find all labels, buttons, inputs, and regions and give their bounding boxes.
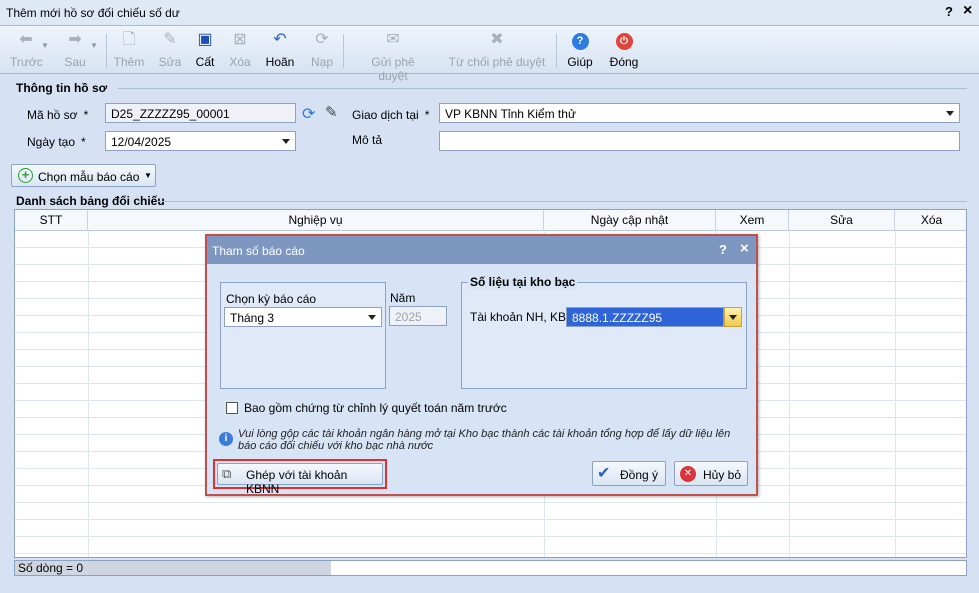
submit-approval-button[interactable]: ✉ Gửi phê duyệt [355,30,431,83]
toolbar: ⬅ Trước ▼ ➡ Sau ▼ 🗋 Thêm ✎ Sửa ▣ Cất ⊠ X… [0,26,979,83]
merge-icon: ⧉ [222,466,232,481]
delete-button[interactable]: ⊠ Xóa [227,30,253,69]
chevron-down-icon [282,139,290,144]
treasury-group-title: Số liệu tại kho bạc [468,275,578,289]
account-label: Tài khoản NH, KB [470,310,567,324]
ngay-tao-label: Ngày tạo * [27,135,86,149]
refresh-icon: ⟳ [315,31,329,48]
year-label: Năm [390,291,416,305]
window-titlebar: Thêm mới hồ sơ đối chiếu số dư ? × [0,0,979,26]
ok-button[interactable]: ✔ Đồng ý [592,461,666,486]
dialog-close-icon[interactable]: × [740,240,749,257]
dialog-title: Tham số báo cáo [212,244,305,258]
next-button[interactable]: ➡ Sau [62,30,88,69]
row-count: Số dòng = 0 [15,561,331,575]
cancel-button[interactable]: ✕ Hủy bỏ [674,461,748,486]
account-dropdown-button[interactable] [724,307,742,327]
next-dropdown-icon[interactable]: ▼ [90,41,98,50]
ma-ho-so-label: Mã hồ sơ * [27,108,89,122]
undo-button[interactable]: ↶ Hoãn [264,30,296,69]
group-divider [118,88,967,89]
choose-template-button[interactable]: + Chọn mẫu báo cáo ▼ [11,164,156,187]
cancel-circle-icon: ✕ [680,466,696,482]
window-title: Thêm mới hồ sơ đối chiếu số dư [6,6,180,20]
help-circle-icon: ? [566,30,594,50]
chevron-down-icon [368,315,376,320]
treasury-box: Số liệu tại kho bạc Tài khoản NH, KB 888… [461,275,747,389]
add-button[interactable]: 🗋 Thêm [113,30,145,69]
close-icon[interactable]: × [963,2,972,20]
period-label: Chọn kỳ báo cáo [226,292,317,306]
table-row [15,520,966,537]
info-icon: i [219,432,233,446]
mo-ta-label: Mô tả [352,133,383,147]
table-row [15,537,966,554]
reject-approval-button[interactable]: ✖ Từ chối phê duyệt [448,30,546,69]
toolbar-separator [343,34,344,68]
back-dropdown-icon[interactable]: ▼ [41,41,49,50]
giao-dich-label: Giao dịch tại * [352,108,430,122]
envelope-icon: ✉ [386,31,400,48]
arrow-left-icon: ⬅ [19,31,33,48]
refresh-code-icon[interactable]: ⟳ [302,104,315,124]
dialog-help-icon[interactable]: ? [719,242,727,257]
list-group-title: Danh sách bảng đối chiếu [16,194,165,208]
year-input: 2025 [389,306,447,326]
power-icon: ⏻ [608,30,640,50]
dialog-titlebar: Tham số báo cáo ? × [207,236,756,264]
period-box: Chọn kỳ báo cáo Tháng 3 [220,282,386,389]
group-divider [157,201,967,202]
checkmark-icon: ✔ [597,465,611,482]
merge-note: Vui lòng gộp các tài khoản ngân hàng mở … [238,428,731,452]
table-row [15,503,966,520]
undo-icon: ↶ [273,31,287,48]
column-header-xoa[interactable]: Xóa [895,210,966,231]
close-button[interactable]: ⏻ Đóng [608,30,640,69]
status-bar: Số dòng = 0 [14,560,967,576]
reload-button[interactable]: ⟳ Nạp [308,30,336,69]
chevron-down-icon [729,315,737,320]
report-params-dialog: Tham số báo cáo ? × Chọn kỳ báo cáo Thán… [205,234,758,496]
chevron-down-icon [946,111,954,116]
account-select[interactable]: 8888.1.ZZZZZ95 [566,307,724,327]
giao-dich-select[interactable]: VP KBNN Tỉnh Kiểm thử [439,103,960,123]
include-adjustments-checkbox[interactable] [226,402,238,414]
arrow-right-icon: ➡ [68,31,82,48]
table-header: STT Nghiệp vụ Ngày cập nhật Xem Sửa Xóa [15,210,966,231]
back-button[interactable]: ⬅ Trước [10,30,43,69]
column-header-sua[interactable]: Sửa [789,210,895,231]
toolbar-separator [106,34,107,68]
edit-pencil-icon[interactable]: ✎ [325,103,338,121]
floppy-disk-icon: ▣ [197,31,213,48]
ma-ho-so-field[interactable]: D25_ZZZZZ95_00001 [105,103,296,123]
column-header-stt[interactable]: STT [15,210,88,231]
reject-x-icon: ✖ [490,31,504,48]
delete-document-icon: ⊠ [233,31,247,48]
column-header-ngay-cap-nhat[interactable]: Ngày cập nhật [544,210,716,231]
period-select[interactable]: Tháng 3 [224,307,382,327]
dropdown-arrow-icon: ▼ [144,171,152,180]
include-adjustments-label: Bao gồm chứng từ chỉnh lý quyết toán năm… [244,401,507,415]
ngay-tao-date-picker[interactable]: 12/04/2025 [105,131,296,151]
merge-account-button[interactable]: ⧉ Ghép với tài khoản KBNN [217,463,383,496]
column-header-xem[interactable]: Xem [716,210,789,231]
help-icon[interactable]: ? [945,4,953,19]
edit-document-icon: ✎ [163,31,177,48]
new-document-icon: 🗋 [122,31,136,48]
save-button[interactable]: ▣ Cất [193,30,217,69]
help-button[interactable]: ? Giúp [566,30,594,69]
column-header-nghiep-vu[interactable]: Nghiệp vụ [88,210,544,231]
edit-button[interactable]: ✎ Sửa [157,30,183,69]
add-circle-icon: + [18,168,33,183]
toolbar-separator [556,34,557,68]
mo-ta-input[interactable] [439,131,960,151]
info-group-title: Thông tin hồ sơ [16,81,108,95]
